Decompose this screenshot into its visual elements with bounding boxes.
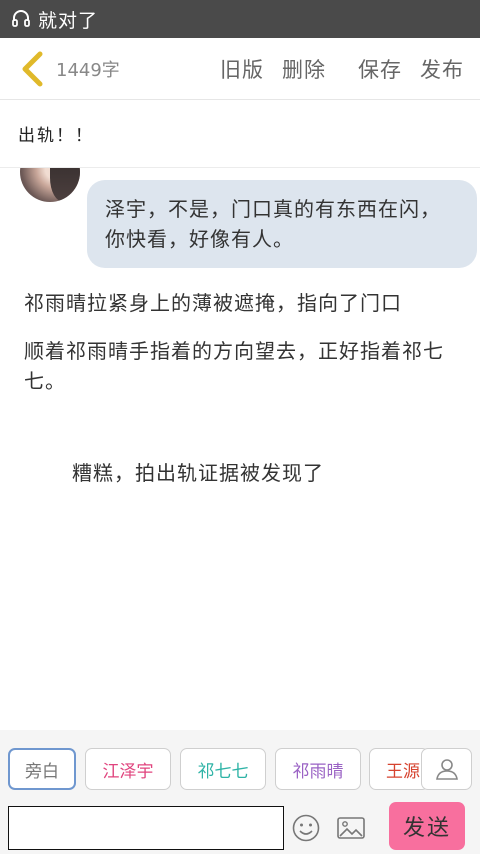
smiley-icon [292, 814, 320, 842]
avatar-hair [50, 168, 80, 202]
character-selector: 旁白 江泽宇 祁七七 祁雨晴 王源 [0, 730, 480, 806]
narration-line[interactable]: 糟糕，拍出轨证据被发现了 [72, 458, 480, 488]
character-chip-qi-yuqing[interactable]: 祁雨晴 [275, 748, 361, 790]
character-chip-narrator[interactable]: 旁白 [8, 748, 76, 790]
image-button[interactable] [336, 813, 366, 843]
editor-toolbar: 1449字 旧版 删除 保存 发布 [0, 38, 480, 100]
character-chip-qi-qiqi[interactable]: 祁七七 [180, 748, 266, 790]
back-button[interactable] [10, 47, 54, 91]
manage-characters-button[interactable] [421, 748, 472, 790]
save-button[interactable]: 保存 [358, 54, 402, 84]
story-content: 泽宇，不是，门口真的有东西在闪，你快看，好像有人。 祁雨晴拉紧身上的薄被遮掩，指… [0, 168, 480, 730]
character-chip-wang-yuan[interactable]: 王源 [369, 748, 429, 790]
composer: 发送 [0, 802, 480, 854]
story-title[interactable]: 出轨！！ [0, 100, 480, 168]
character-chip-jiang-zeyu[interactable]: 江泽宇 [85, 748, 171, 790]
avatar[interactable] [20, 168, 80, 202]
message-bubble[interactable]: 泽宇，不是，门口真的有东西在闪，你快看，好像有人。 [87, 180, 477, 268]
narration-line[interactable]: 祁雨晴拉紧身上的薄被遮掩，指向了门口 [24, 288, 464, 318]
chevron-left-icon [22, 51, 43, 86]
emoji-button[interactable] [291, 813, 321, 843]
narration-line[interactable]: 顺着祁雨晴手指着的方向望去，正好指着祁七七。 [24, 336, 464, 396]
image-icon [337, 817, 365, 839]
person-icon [435, 759, 458, 780]
toolbar-actions: 旧版 删除 保存 发布 [220, 38, 464, 100]
send-button[interactable]: 发送 [389, 802, 465, 850]
status-app-name: 就对了 [38, 9, 99, 32]
message-input[interactable] [8, 806, 284, 850]
word-count: 1449字 [56, 59, 120, 81]
publish-button[interactable]: 发布 [420, 54, 464, 84]
status-bar: 就对了 [0, 0, 480, 38]
headset-icon [10, 8, 32, 30]
delete-button[interactable]: 删除 [282, 54, 326, 84]
old-version-button[interactable]: 旧版 [220, 54, 264, 84]
